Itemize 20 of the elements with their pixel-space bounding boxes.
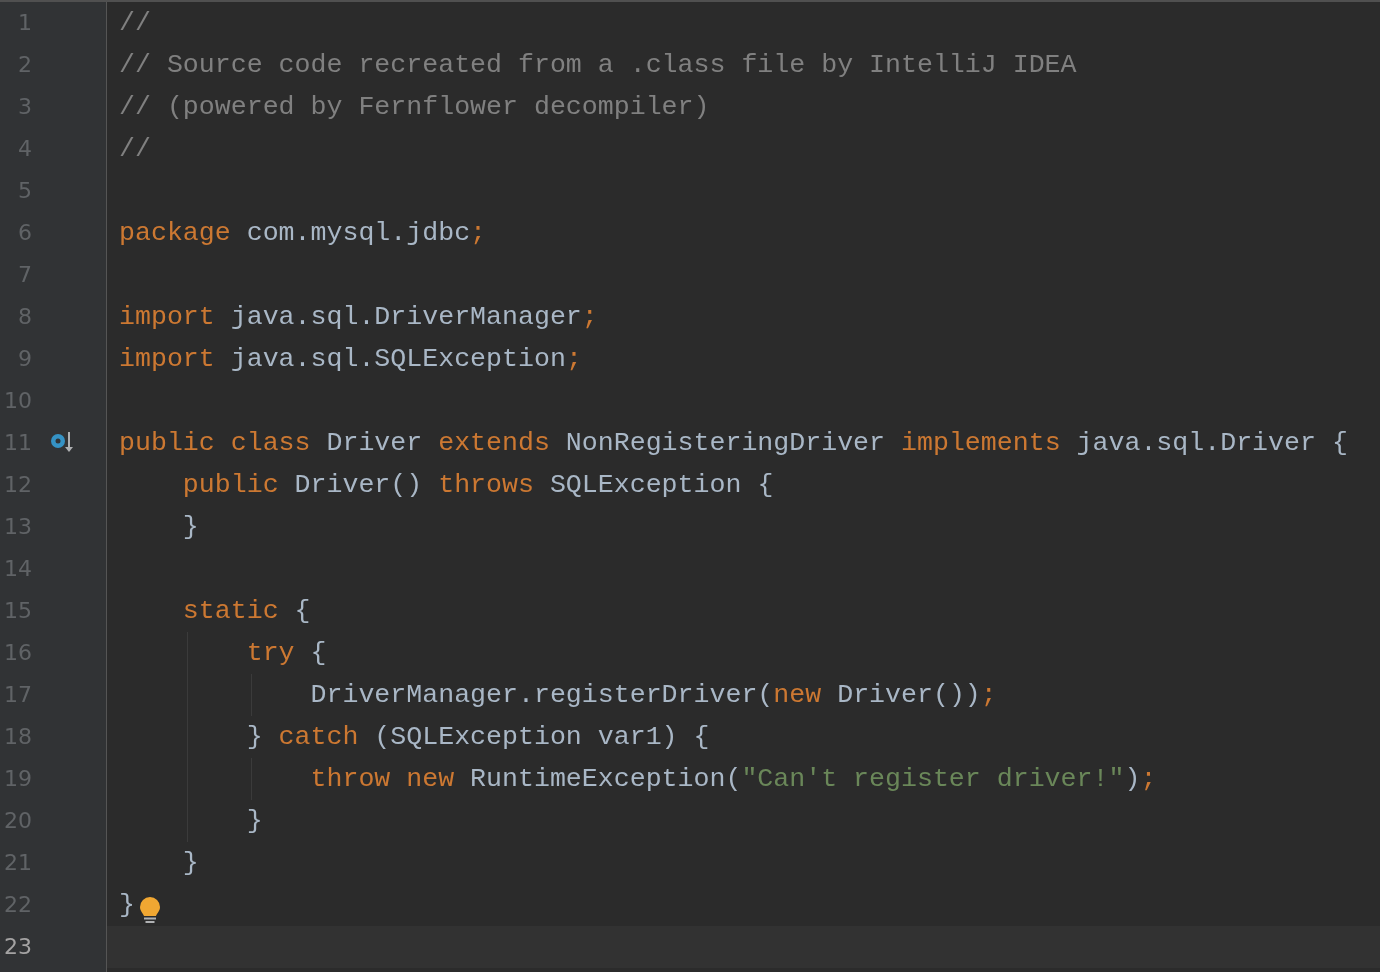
code-line: throw new RuntimeException("Can't register driver!");: [309, 763, 1157, 796]
code-line: }: [181, 511, 199, 544]
code-line: DriverManager.registerDriver(new Driver());: [309, 679, 997, 712]
code-comment: //: [119, 7, 151, 40]
code-line: package com.mysql.jdbc;: [119, 217, 487, 250]
code-comment: // Source code recreated from a .class file by IntelliJ IDEA: [119, 49, 1077, 82]
code-line: }: [181, 847, 199, 880]
lightbulb-icon[interactable]: [138, 896, 161, 924]
code-line: public class Driver extends NonRegisteringDriver implements java.sql.Driver {: [119, 427, 1348, 460]
code-line: public Driver() throws SQLException {: [181, 469, 774, 502]
code-comment: // (powered by Fernflower decompiler): [119, 91, 710, 124]
code-line: import java.sql.SQLException;: [119, 343, 582, 376]
line-number: 23: [3, 933, 32, 961]
code-line: } catch (SQLException var1) {: [245, 721, 710, 754]
code-line: import java.sql.DriverManager;: [119, 301, 598, 334]
code-line: }: [245, 805, 263, 838]
code-line: }: [119, 889, 135, 922]
code-comment: //: [119, 133, 151, 166]
code-line: try {: [245, 637, 327, 670]
code-line: static {: [181, 595, 311, 628]
